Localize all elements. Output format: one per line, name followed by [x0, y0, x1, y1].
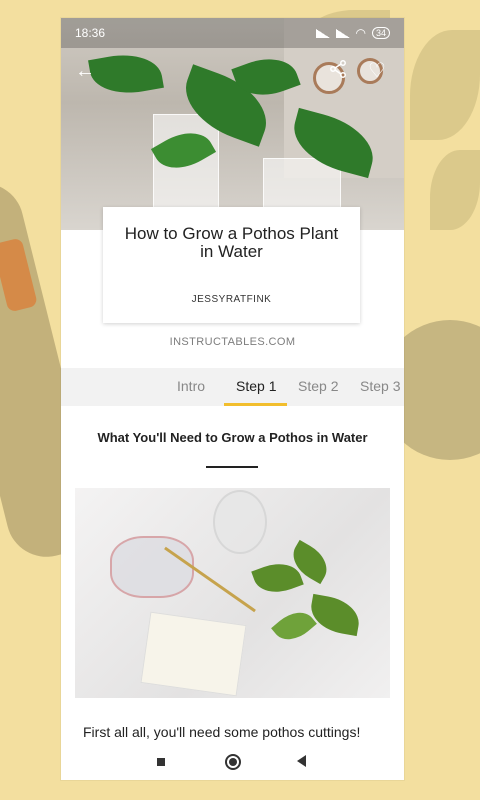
- status-time: 18:36: [75, 26, 106, 40]
- site-name: INSTRUCTABLES.COM: [169, 336, 296, 348]
- back-arrow-icon[interactable]: ←: [75, 60, 95, 83]
- tab-step-3[interactable]: Step 3: [360, 378, 400, 394]
- back-triangle-icon[interactable]: [297, 755, 306, 767]
- cell-signal-icon: [315, 28, 330, 38]
- step-photo[interactable]: [75, 488, 390, 698]
- author-name[interactable]: JESSYRATFINK: [103, 294, 360, 305]
- battery-icon: 34: [371, 27, 390, 39]
- heart-icon[interactable]: ♡: [368, 58, 386, 83]
- wifi-icon: ◠: [355, 26, 366, 40]
- tab-intro[interactable]: Intro: [177, 378, 205, 394]
- app-screen: 18:36 ◠ 34 ← ♡ How to Grow a Pothos Plan…: [61, 18, 404, 780]
- system-nav-bar: [61, 742, 404, 780]
- project-title-card: How to Grow a Pothos Plant in Water JESS…: [103, 207, 360, 323]
- status-bar: 18:36 ◠ 34: [61, 18, 404, 48]
- step-tabs: Intro Step 1 Step 2 Step 3: [61, 368, 404, 406]
- tab-step-1[interactable]: Step 1: [236, 378, 276, 394]
- home-circle-icon[interactable]: [225, 754, 241, 770]
- hero-image: [61, 18, 404, 230]
- project-title: How to Grow a Pothos Plant in Water: [124, 224, 339, 261]
- step-content: What You'll Need to Grow a Pothos in Wat…: [61, 406, 404, 742]
- share-icon[interactable]: [329, 60, 347, 83]
- step-title: What You'll Need to Grow a Pothos in Wat…: [97, 430, 368, 445]
- step-text: First all all, you'll need some pothos c…: [83, 724, 361, 740]
- tab-step-2[interactable]: Step 2: [298, 378, 338, 394]
- recents-square-icon[interactable]: [157, 758, 165, 766]
- title-divider: [206, 466, 258, 468]
- cell-signal-2-icon: [335, 28, 350, 38]
